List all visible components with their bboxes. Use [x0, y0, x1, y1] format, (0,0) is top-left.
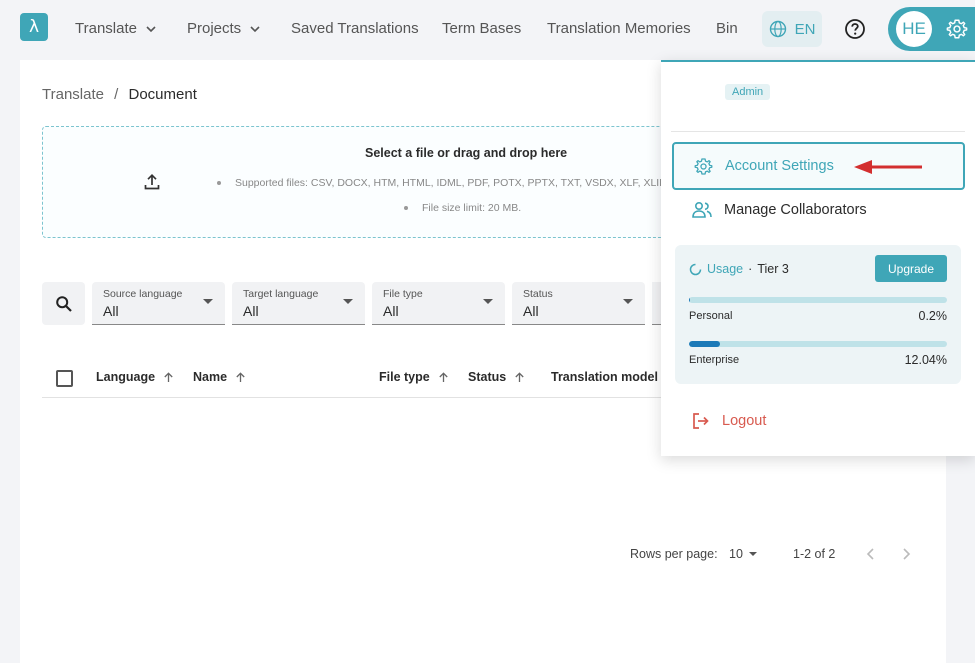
avatar[interactable]: HE	[896, 11, 932, 47]
file-size-note: File size limit: 20 MB.	[404, 202, 521, 214]
file-type-filter[interactable]: File type All	[372, 282, 505, 325]
status-filter[interactable]: Status All	[512, 282, 645, 325]
language-selector[interactable]: EN	[762, 11, 822, 47]
usage-separator: ·	[748, 262, 753, 276]
caret-down-icon	[748, 552, 757, 556]
nav-term-bases[interactable]: Term Bases	[442, 20, 521, 37]
previous-page-icon[interactable]	[865, 547, 877, 561]
filter-label: File type	[383, 288, 423, 300]
supported-files-note: Supported files: CSV, DOCX, HTM, HTML, I…	[217, 177, 674, 189]
breadcrumb-root[interactable]: Translate	[42, 86, 104, 103]
nav-translation-memories[interactable]: Translation Memories	[547, 20, 691, 37]
column-language[interactable]: Language	[96, 370, 174, 384]
profile-dropdown-menu: Admin Account Settings Manage Collaborat…	[661, 60, 975, 456]
gear-icon[interactable]	[946, 18, 968, 40]
search-button[interactable]	[42, 282, 85, 325]
nav-projects-label: Projects	[187, 20, 242, 37]
select-all-checkbox[interactable]	[56, 370, 73, 387]
app-logo[interactable]: λ	[20, 13, 48, 41]
gear-icon	[694, 157, 713, 175]
caret-down-icon	[483, 299, 493, 304]
top-navbar: λ Translate Projects Saved Translations …	[0, 0, 975, 60]
source-language-filter[interactable]: Source language All	[92, 282, 225, 325]
filter-value: All	[523, 303, 539, 319]
column-file-type[interactable]: File type	[379, 370, 449, 384]
caret-down-icon	[203, 299, 213, 304]
column-label: Language	[96, 370, 156, 384]
chevron-down-icon	[146, 25, 156, 32]
personal-usage-value: 0.2%	[918, 309, 948, 323]
nav-bin[interactable]: Bin	[716, 20, 738, 37]
enterprise-usage-bar	[689, 341, 947, 347]
breadcrumb-current: Document	[128, 86, 197, 103]
red-arrow-annotation	[854, 160, 922, 174]
column-status[interactable]: Status	[468, 370, 525, 384]
enterprise-usage-fill	[689, 341, 721, 347]
sort-arrow-icon	[439, 371, 448, 382]
column-translation-model[interactable]: Translation model	[551, 370, 658, 384]
upload-icon	[144, 173, 160, 190]
personal-usage-label: Personal	[689, 310, 733, 322]
column-label: File type	[379, 370, 430, 384]
supported-files-text: Supported files: CSV, DOCX, HTM, HTML, I…	[235, 177, 674, 189]
role-badge: Admin	[725, 84, 771, 100]
column-label: Translation model	[551, 370, 658, 384]
manage-collaborators-item[interactable]: Manage Collaborators	[672, 186, 965, 234]
usage-spinner-icon	[689, 263, 702, 275]
enterprise-usage-value: 12.04%	[904, 353, 947, 367]
filter-value: All	[103, 303, 119, 319]
personal-usage-fill	[689, 297, 690, 303]
file-dropzone[interactable]: Select a file or drag and drop here Supp…	[42, 126, 702, 238]
logout-item[interactable]: Logout	[672, 397, 965, 445]
nav-saved-translations[interactable]: Saved Translations	[291, 20, 419, 37]
pagination-range: 1-2 of 2	[793, 547, 836, 561]
filter-value: All	[383, 303, 399, 319]
rows-per-page-select[interactable]: 10	[729, 547, 757, 561]
usage-label: Usage	[707, 262, 744, 276]
nav-translate-label: Translate	[75, 20, 137, 37]
logout-icon	[693, 413, 709, 429]
column-label: Name	[193, 370, 228, 384]
filter-label: Target language	[243, 288, 319, 300]
logout-label: Logout	[722, 413, 767, 429]
manage-collaborators-label: Manage Collaborators	[724, 202, 867, 218]
enterprise-usage-label: Enterprise	[689, 354, 740, 366]
table-header: Language Name File type Status Translati…	[42, 360, 702, 398]
next-page-icon[interactable]	[900, 547, 912, 561]
file-size-text: File size limit: 20 MB.	[422, 202, 522, 214]
usage-header: Usage · Tier 3	[689, 262, 789, 276]
users-icon	[692, 201, 712, 218]
personal-usage-bar	[689, 297, 947, 303]
search-icon	[55, 295, 72, 312]
sort-arrow-icon	[236, 371, 245, 382]
dropzone-title: Select a file or drag and drop here	[365, 146, 568, 160]
column-name[interactable]: Name	[193, 370, 246, 384]
rows-per-page-label: Rows per page:	[630, 547, 718, 561]
breadcrumb: Translate / Document	[42, 86, 197, 103]
account-settings-label: Account Settings	[725, 158, 834, 174]
target-language-filter[interactable]: Target language All	[232, 282, 365, 325]
chevron-down-icon	[250, 25, 260, 32]
menu-divider	[671, 131, 965, 132]
filter-value: All	[243, 303, 259, 319]
caret-down-icon	[623, 299, 633, 304]
sort-arrow-icon	[515, 371, 524, 382]
profile-menu-toggle[interactable]: HE	[888, 7, 975, 51]
language-code: EN	[794, 20, 816, 38]
column-label: Status	[468, 370, 507, 384]
usage-tier: Tier 3	[757, 262, 789, 276]
upgrade-button[interactable]: Upgrade	[875, 255, 947, 282]
rows-per-page-value: 10	[729, 547, 743, 561]
filter-label: Status	[523, 288, 553, 300]
nav-translate[interactable]: Translate	[75, 20, 157, 37]
caret-down-icon	[343, 299, 353, 304]
sort-arrow-icon	[164, 371, 173, 382]
breadcrumb-separator: /	[114, 86, 119, 103]
nav-projects[interactable]: Projects	[187, 20, 261, 37]
help-icon[interactable]	[844, 18, 866, 40]
usage-card: Usage · Tier 3 Upgrade Personal 0.2% Ent…	[675, 245, 961, 384]
filter-label: Source language	[103, 288, 183, 300]
globe-icon	[769, 20, 786, 38]
